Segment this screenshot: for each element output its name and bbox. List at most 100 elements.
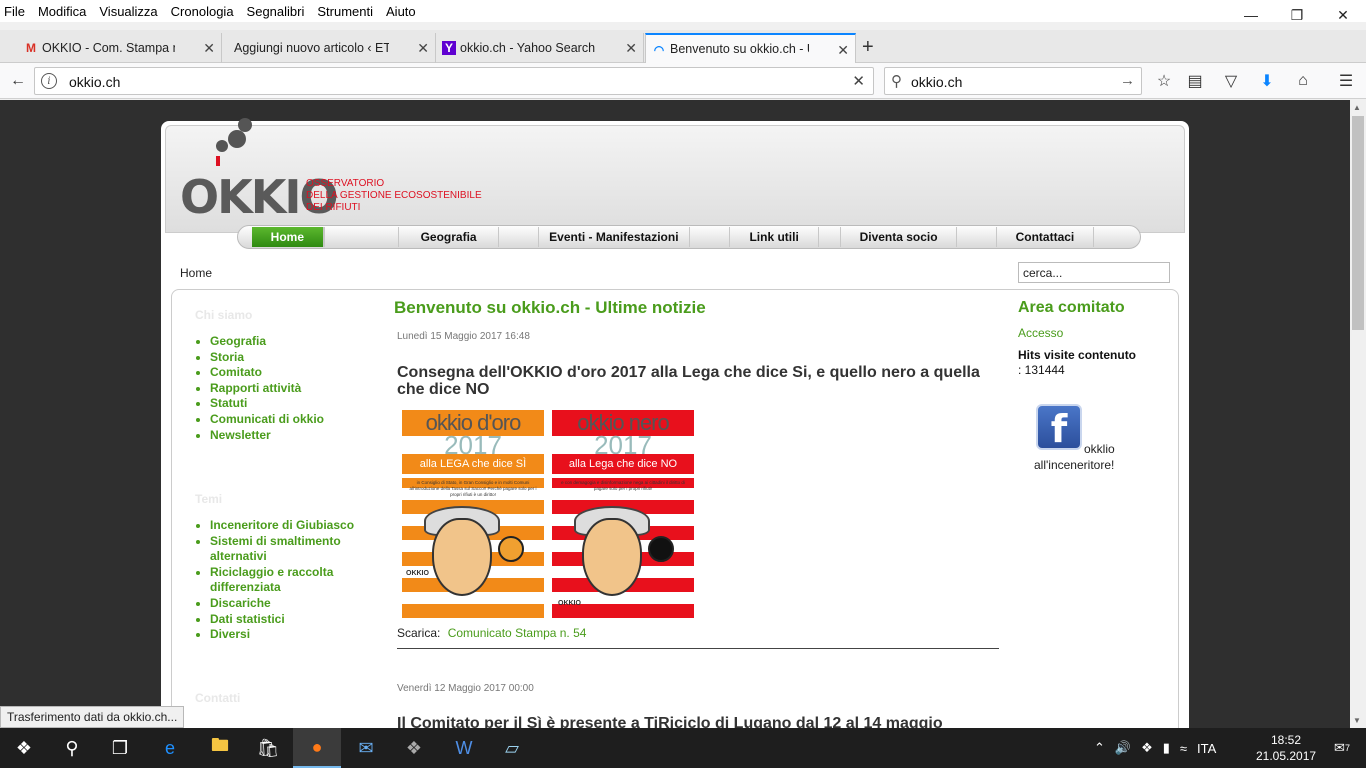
site-search-input[interactable]: cerca... — [1018, 262, 1170, 283]
sidebar-item-inceneritore[interactable]: Inceneritore di Giubiasco — [210, 518, 370, 534]
logo-tagline: OSSERVATORIO DELLA GESTIONE ECOSOSTENIBI… — [306, 178, 482, 214]
sidebar-item-geografia[interactable]: Geografia — [210, 334, 370, 350]
accesso-link[interactable]: Accesso — [1018, 326, 1168, 340]
sidebar-item-discariche[interactable]: Discariche — [210, 596, 370, 612]
menu-visualizza[interactable]: Visualizza — [99, 4, 157, 19]
logo-smoke — [238, 118, 252, 132]
tab-yahoo-search[interactable]: Y okkio.ch - Yahoo Search Res ✕ — [436, 33, 644, 63]
facebook-link[interactable]: f okklio all'inceneritore! — [1034, 404, 1168, 474]
caricature-face — [432, 518, 492, 596]
home-icon[interactable]: ⌂ — [1291, 69, 1315, 93]
stop-icon[interactable]: ✕ — [852, 72, 865, 90]
sidebar-heading-temi: Temi — [195, 492, 223, 506]
hamburger-menu-icon[interactable]: ☰ — [1334, 69, 1358, 93]
close-window-icon[interactable]: ✕ — [1320, 0, 1366, 30]
word-icon[interactable]: W — [440, 728, 488, 768]
new-tab-icon[interactable]: + — [862, 36, 874, 59]
search-go-icon[interactable]: → — [1120, 72, 1135, 89]
nav-diventa-socio[interactable]: Diventa socio — [841, 227, 957, 247]
sidebar-item-riciclaggio[interactable]: Riciclaggio e raccolta differenziata — [210, 565, 370, 596]
sidebar-item-smaltimento[interactable]: Sistemi di smaltimento alternativi — [210, 534, 370, 565]
language-indicator[interactable]: ITA — [1197, 741, 1216, 756]
pocket-icon[interactable]: ▽ — [1219, 69, 1243, 93]
vertical-scrollbar[interactable]: ▲ ▼ — [1350, 100, 1366, 728]
edge-icon[interactable]: e — [146, 728, 194, 768]
close-tab-icon[interactable]: ✕ — [417, 40, 429, 57]
task-view-icon[interactable]: ❐ — [96, 728, 144, 768]
download-line: Scarica: Comunicato Stampa n. 54 — [397, 626, 1004, 640]
nav-geografia[interactable]: Geografia — [399, 227, 499, 247]
system-tray: ⌃ 🔊 ❖ ▮ ≈ ITA — [1094, 728, 1226, 768]
bookmark-star-icon[interactable]: ☆ — [1152, 69, 1176, 93]
tab-okkio-comunicato[interactable]: M OKKIO - Com. Stampa n. 55 ✕ — [18, 33, 222, 63]
volume-icon[interactable]: 🔊 — [1115, 740, 1131, 756]
scroll-up-icon[interactable]: ▲ — [1353, 103, 1361, 112]
site-header: OKKIO OSSERVATORIO DELLA GESTIONE ECOSOS… — [165, 118, 1185, 234]
menu-segnalibri[interactable]: Segnalibri — [247, 4, 305, 19]
tagline-line: DELLA GESTIONE ECOSOSTENIBILE — [306, 190, 482, 201]
sidebar-item-rapporti[interactable]: Rapporti attività — [210, 381, 370, 397]
sidebar-item-comunicati[interactable]: Comunicati di okkio — [210, 412, 370, 428]
sidebar-list-temi: Inceneritore di Giubiasco Sistemi di sma… — [200, 518, 370, 643]
sidebar-item-storia[interactable]: Storia — [210, 350, 370, 366]
site-info-icon[interactable]: i — [41, 73, 57, 89]
search-bar[interactable]: ⚲ okkio.ch → — [884, 67, 1142, 95]
sidebar-item-newsletter[interactable]: Newsletter — [210, 428, 370, 444]
breadcrumb[interactable]: Home — [180, 266, 212, 280]
hits-value: : 131444 — [1018, 363, 1065, 377]
nav-contattaci[interactable]: Contattaci — [997, 227, 1095, 247]
dropbox-icon[interactable]: ❖ — [390, 728, 438, 768]
outlook-icon[interactable]: ✉ — [342, 728, 390, 768]
firefox-icon[interactable]: ● — [293, 728, 341, 768]
url-bar[interactable]: i okkio.ch ✕ — [34, 67, 874, 95]
nav-home[interactable]: Home — [252, 227, 324, 247]
file-explorer-icon[interactable]: 🖿 — [196, 728, 244, 768]
back-icon[interactable]: ← — [6, 69, 30, 93]
facebook-icon[interactable]: f — [1036, 404, 1082, 451]
download-link[interactable]: Comunicato Stampa n. 54 — [448, 626, 587, 640]
windows-start-icon[interactable]: ❖ — [0, 728, 48, 768]
menu-cronologia[interactable]: Cronologia — [171, 4, 234, 19]
sidebar-item-statuti[interactable]: Statuti — [210, 396, 370, 412]
reading-list-icon[interactable]: ▤ — [1183, 69, 1207, 93]
sidebar-item-comitato[interactable]: Comitato — [210, 365, 370, 381]
close-tab-icon[interactable]: ✕ — [837, 42, 849, 59]
sidebar-item-diversi[interactable]: Diversi — [210, 627, 370, 643]
article-title[interactable]: Consegna dell'OKKIO d'oro 2017 alla Lega… — [397, 364, 1004, 398]
store-icon[interactable]: 🛍 — [244, 728, 292, 768]
minimize-icon[interactable]: — — [1228, 0, 1274, 30]
poster-text: e con demagogia e disinformazione nega a… — [561, 480, 685, 491]
network-icon[interactable]: ≈ — [1180, 741, 1187, 756]
scroll-down-icon[interactable]: ▼ — [1353, 716, 1361, 725]
hits-counter: Hits visite contenuto : 131444 — [1018, 348, 1168, 378]
tab-aggiungi-articolo[interactable]: Aggiungi nuovo articolo ‹ ETiCin ✕ — [222, 33, 436, 63]
status-line: Trasferimento dati da okkio.ch... — [0, 706, 185, 728]
restore-icon[interactable]: ❐ — [1274, 0, 1320, 30]
battery-icon[interactable]: ▮ — [1163, 740, 1170, 756]
dropbox-tray-icon[interactable]: ❖ — [1141, 740, 1153, 756]
logo-smoke — [228, 130, 246, 148]
okkio-logo[interactable]: OKKIO OSSERVATORIO DELLA GESTIONE ECOSOS… — [180, 118, 490, 234]
menu-aiuto[interactable]: Aiuto — [386, 4, 416, 19]
download-icon[interactable]: ⬇ — [1255, 69, 1279, 93]
sidebar-item-dati-statistici[interactable]: Dati statistici — [210, 612, 370, 628]
close-tab-icon[interactable]: ✕ — [203, 40, 215, 57]
menu-strumenti[interactable]: Strumenti — [317, 4, 373, 19]
nav-link-utili[interactable]: Link utili — [730, 227, 820, 247]
close-tab-icon[interactable]: ✕ — [625, 40, 637, 57]
menu-modifica[interactable]: Modifica — [38, 4, 86, 19]
black-eye-prop — [648, 536, 674, 562]
scroll-thumb[interactable] — [1352, 116, 1364, 330]
okkio-nero-poster: okkio nero 2017 alla Lega che dice NO e … — [552, 410, 694, 618]
menu-file[interactable]: File — [4, 4, 25, 19]
area-comitato-heading: Area comitato — [1018, 299, 1125, 316]
app-icon[interactable]: ▱ — [488, 728, 536, 768]
search-icon[interactable]: ⚲ — [48, 728, 96, 768]
clock[interactable]: 18:52 21.05.2017 — [1256, 732, 1316, 764]
notifications-icon[interactable]: ✉ 7 — [1318, 728, 1366, 768]
nav-eventi[interactable]: Eventi - Manifestazioni — [539, 227, 691, 247]
tray-expand-icon[interactable]: ⌃ — [1094, 740, 1105, 756]
tab-benvenuto-okkio[interactable]: ◠ Benvenuto su okkio.ch - Ulti ✕ — [645, 33, 856, 63]
article-title[interactable]: Il Comitato per il Sì è presente a TiRic… — [397, 715, 1004, 728]
url-text: okkio.ch — [69, 74, 121, 90]
